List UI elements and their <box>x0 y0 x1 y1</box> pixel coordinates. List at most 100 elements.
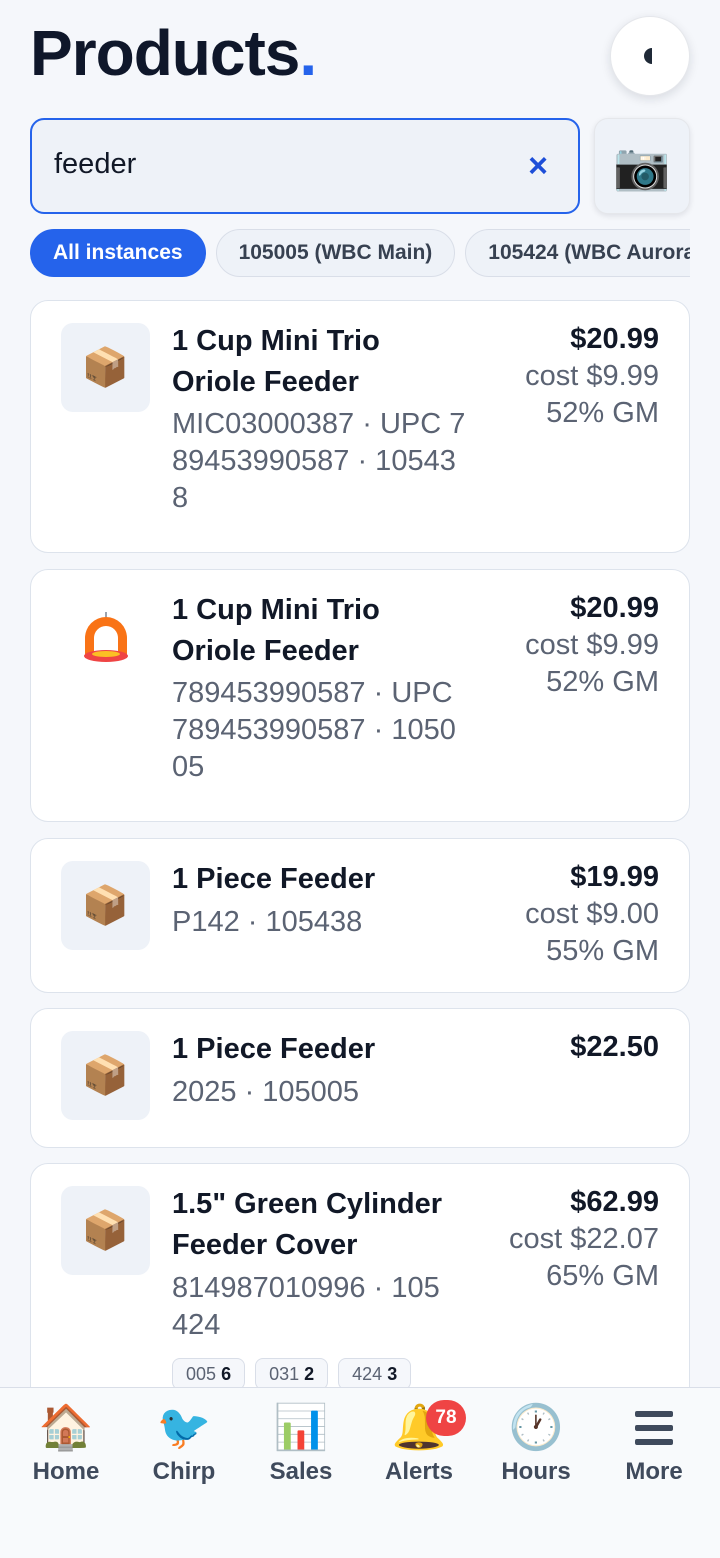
product-meta-line: 8 <box>172 482 189 514</box>
product-card[interactable]: 📦 1 Piece Feeder 2025 · 105005 $22.50 <box>30 1008 690 1148</box>
stock-badge: 031 2 <box>255 1358 329 1390</box>
sale-price: $62.99 <box>570 1186 659 1218</box>
stock-qty: 2 <box>304 1364 315 1384</box>
sale-price: $20.99 <box>570 323 659 355</box>
tab-chirp[interactable]: 🐦 Chirp <box>125 1400 243 1486</box>
product-thumbnail: 📦 <box>61 1031 150 1120</box>
tab-label: Home <box>32 1458 100 1485</box>
product-meta-line: 05 <box>172 751 205 783</box>
product-meta: 2025 · 105005 <box>172 1074 359 1111</box>
oriole-feeder-icon <box>83 611 128 662</box>
product-meta-line: P142 · 105438 <box>172 906 363 938</box>
title-accent-dot: . <box>299 17 317 89</box>
cost-price: cost $9.99 <box>525 629 659 661</box>
page-title: Products. <box>30 18 690 88</box>
page-title-text: Products <box>30 17 300 89</box>
product-meta-line: 789453990587 · UPC <box>172 677 453 709</box>
product-meta-line: 424 <box>172 1309 221 1341</box>
instance-filter-chips: All instances 105005 (WBC Main) 105424 (WB… <box>30 229 690 277</box>
cost-price: cost $9.00 <box>525 898 659 930</box>
chip-105424[interactable]: 105424 (WBC Aurora) <box>465 229 690 277</box>
tab-more[interactable]: More <box>595 1400 713 1486</box>
product-meta-line: 814987010996 · 105 <box>172 1272 440 1304</box>
bottom-tab-bar: 🏠 Home 🐦 Chirp 📊 Sales 🔔 Alerts 78 🕐 Hou… <box>0 1387 720 1558</box>
product-name: 1 Piece Feeder <box>172 859 375 900</box>
search-row: feeder × 📷 <box>30 118 690 214</box>
product-card[interactable]: 1 Cup Mini Trio Oriole Feeder 7894539905… <box>30 569 690 822</box>
product-name-line: Oriole Feeder <box>172 635 359 667</box>
tab-hours[interactable]: 🕐 Hours <box>477 1400 595 1486</box>
chip-105005[interactable]: 105005 (WBC Main) <box>215 229 456 277</box>
product-name-line: Feeder Cover <box>172 1229 358 1261</box>
theme-toggle-button[interactable] <box>610 16 690 96</box>
product-name: 1.5" Green Cylinder Feeder Cover <box>172 1184 442 1266</box>
price-block: $22.50 <box>570 1029 659 1066</box>
sale-price: $19.99 <box>570 861 659 893</box>
store-stock-badges: 005 6 031 2 424 3 <box>172 1358 421 1390</box>
product-name-line: 1 Cup Mini Trio <box>172 594 380 626</box>
product-name: 1 Cup Mini Trio Oriole Feeder <box>172 590 380 672</box>
stock-badge: 005 6 <box>172 1358 246 1390</box>
tab-alerts[interactable]: 🔔 Alerts 78 <box>360 1400 478 1486</box>
stock-store: 424 <box>352 1364 383 1384</box>
cost-price: cost $9.99 <box>525 360 659 392</box>
product-card[interactable]: 📦 1.5" Green Cylinder Feeder Cover 81498… <box>30 1163 690 1423</box>
product-name-line: 1 Cup Mini Trio <box>172 325 380 357</box>
menu-icon <box>595 1400 713 1456</box>
product-thumbnail: 📦 <box>61 323 150 412</box>
product-card[interactable]: 📦 1 Piece Feeder P142 · 105438 $19.99 co… <box>30 838 690 993</box>
clear-search-icon[interactable]: × <box>520 146 556 186</box>
tab-label: Hours <box>501 1458 571 1485</box>
product-meta-line: 789453990587 · 1050 <box>172 714 456 746</box>
tab-home[interactable]: 🏠 Home <box>7 1400 125 1486</box>
product-meta: MIC03000387 · UPC 7 89453990587 · 10543 … <box>172 406 465 517</box>
chip-all-instances[interactable]: All instances <box>30 229 206 277</box>
tab-label: Sales <box>269 1458 333 1485</box>
price-block: $20.99 cost $9.99 52% GM <box>525 321 659 432</box>
alerts-count-badge: 78 <box>426 1400 466 1436</box>
stock-qty: 3 <box>387 1364 398 1384</box>
product-thumbnail: 📦 <box>61 861 150 950</box>
product-name-line: 1 Piece Feeder <box>172 1033 376 1065</box>
stock-qty: 6 <box>221 1364 232 1384</box>
package-icon: 📦 <box>81 1209 130 1252</box>
house-icon: 🏠 <box>38 1403 94 1452</box>
barcode-scan-button[interactable]: 📷 <box>594 118 690 214</box>
gross-margin: 52% GM <box>546 666 659 698</box>
search-input[interactable]: feeder × <box>30 118 580 214</box>
bar-chart-icon: 📊 <box>273 1403 329 1452</box>
half-moon-icon <box>644 48 660 64</box>
tab-sales[interactable]: 📊 Sales <box>242 1400 360 1486</box>
stock-store: 005 <box>186 1364 217 1384</box>
tab-label: More <box>625 1458 683 1485</box>
stock-store: 031 <box>269 1364 300 1384</box>
product-meta-line: MIC03000387 · UPC 7 <box>172 408 466 440</box>
gross-margin: 55% GM <box>546 935 659 967</box>
search-input-value: feeder <box>54 148 137 180</box>
product-name: 1 Cup Mini Trio Oriole Feeder <box>172 321 380 403</box>
price-block: $19.99 cost $9.00 55% GM <box>525 859 659 970</box>
product-meta-line: 2025 · 105005 <box>172 1076 360 1108</box>
product-name-line: Oriole Feeder <box>172 366 359 398</box>
product-card[interactable]: 📦 1 Cup Mini Trio Oriole Feeder MIC03000… <box>30 300 690 553</box>
product-photo <box>61 592 150 681</box>
product-thumbnail: 📦 <box>61 1186 150 1275</box>
gross-margin: 52% GM <box>546 397 659 429</box>
product-meta: P142 · 105438 <box>172 904 362 941</box>
camera-icon: 📷 <box>613 139 671 192</box>
package-icon: 📦 <box>81 884 130 927</box>
tab-label: Alerts <box>384 1458 454 1485</box>
package-icon: 📦 <box>81 1054 130 1097</box>
price-block: $20.99 cost $9.99 52% GM <box>525 590 659 701</box>
sale-price: $22.50 <box>570 1031 659 1063</box>
product-name-line: 1 Piece Feeder <box>172 863 376 895</box>
page-header: Products. <box>30 16 690 98</box>
clock-icon: 🕐 <box>508 1403 564 1452</box>
product-meta-line: 89453990587 · 10543 <box>172 445 456 477</box>
sale-price: $20.99 <box>570 592 659 624</box>
product-meta: 789453990587 · UPC 789453990587 · 1050 0… <box>172 675 456 786</box>
gross-margin: 65% GM <box>546 1260 659 1292</box>
stock-badge: 424 3 <box>338 1358 412 1390</box>
product-meta: 814987010996 · 105 424 <box>172 1270 440 1344</box>
product-name-line: 1.5" Green Cylinder <box>172 1188 443 1220</box>
